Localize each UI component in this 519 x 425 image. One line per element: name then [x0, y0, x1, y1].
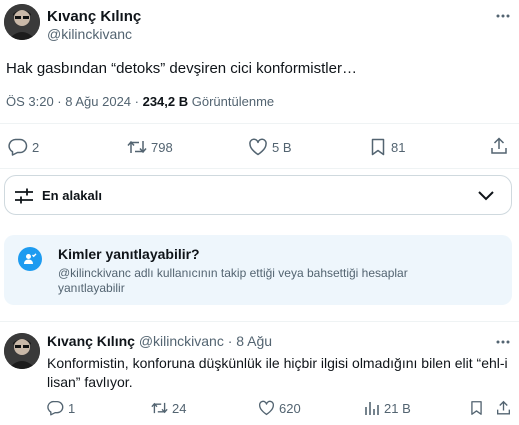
reply-views-button[interactable]: 21 B [364, 400, 411, 416]
more-icon [496, 340, 510, 344]
divider [0, 321, 519, 322]
reply-date[interactable]: · 8 Ağu [224, 333, 272, 349]
reply-sort-dropdown[interactable]: En alakalı [4, 175, 512, 215]
reply-button[interactable]: 2 [8, 138, 39, 156]
reply-author-name[interactable]: Kıvanç Kılınç [47, 333, 135, 349]
reply-reply-count: 1 [68, 400, 76, 416]
divider [0, 168, 519, 169]
reply-share-button[interactable] [496, 400, 511, 416]
reply-restriction-title: Kimler yanıtlayabilir? [58, 246, 200, 262]
sort-label: En alakalı [42, 188, 102, 203]
chevron-down-icon [478, 191, 494, 201]
share-icon [497, 400, 510, 415]
more-icon [496, 14, 510, 18]
bookmark-icon [371, 138, 385, 156]
reply-more-options-button[interactable] [493, 332, 513, 352]
reply-count: 2 [32, 139, 40, 155]
reply-reply-button[interactable]: 1 [47, 400, 75, 416]
tweet-timestamp[interactable]: ÖS 3:20 · 8 Ağu 2024 · [6, 94, 143, 109]
reply-header: Kıvanç Kılınç @kilinckivanc · 8 Ağu [47, 333, 272, 349]
reply-restriction-description: @kilinckivanc adlı kullanıcının takip et… [58, 266, 408, 295]
repost-icon [127, 140, 147, 154]
reply-icon [47, 400, 64, 416]
reply-repost-button[interactable]: 24 [151, 400, 186, 416]
author-name[interactable]: Kıvanç Kılınç [47, 8, 141, 25]
reply-permission-icon [24, 253, 37, 264]
filter-icon [15, 188, 33, 204]
like-button[interactable]: 5 B [248, 138, 292, 156]
reply-repost-count: 24 [172, 400, 187, 416]
share-button[interactable] [490, 137, 508, 155]
reply-bookmark-button[interactable] [469, 400, 484, 416]
author-avatar[interactable] [4, 4, 40, 40]
bookmark-button[interactable]: 81 [369, 138, 405, 156]
reply-like-count: 620 [279, 400, 301, 416]
bookmark-count: 81 [391, 139, 406, 155]
reply-views-count: 21 B [384, 400, 411, 416]
share-icon [491, 137, 507, 154]
more-options-button[interactable] [493, 6, 513, 26]
tweet-meta: ÖS 3:20 · 8 Ağu 2024 · 234,2 B Görüntüle… [6, 94, 274, 109]
repost-button[interactable]: 798 [127, 138, 173, 156]
divider [0, 123, 519, 124]
author-handle[interactable]: @kilinckivanc [47, 26, 132, 42]
like-count: 5 B [272, 139, 292, 155]
tweet-text: Hak gasbından “detoks” devşiren cici kon… [6, 60, 357, 77]
views-icon [365, 402, 379, 415]
reply-like-button[interactable]: 620 [258, 400, 301, 416]
reply-text: Konformistin, konforuna düşkünlük ile hi… [47, 355, 508, 390]
like-icon [249, 138, 267, 156]
reply-permission-badge [18, 247, 42, 271]
reply-icon [8, 138, 28, 156]
repost-icon [151, 402, 168, 414]
views-count: 234,2 B [142, 94, 189, 109]
reply-restriction-notice: Kimler yanıtlayabilir? @kilinckivanc adl… [4, 235, 512, 305]
views-label: Görüntülenme [188, 94, 275, 109]
like-icon [258, 400, 275, 416]
bookmark-icon [471, 401, 482, 415]
reply-author-handle[interactable]: @kilinckivanc [139, 333, 224, 349]
repost-count: 798 [151, 139, 173, 155]
reply-author-avatar[interactable] [4, 333, 40, 369]
